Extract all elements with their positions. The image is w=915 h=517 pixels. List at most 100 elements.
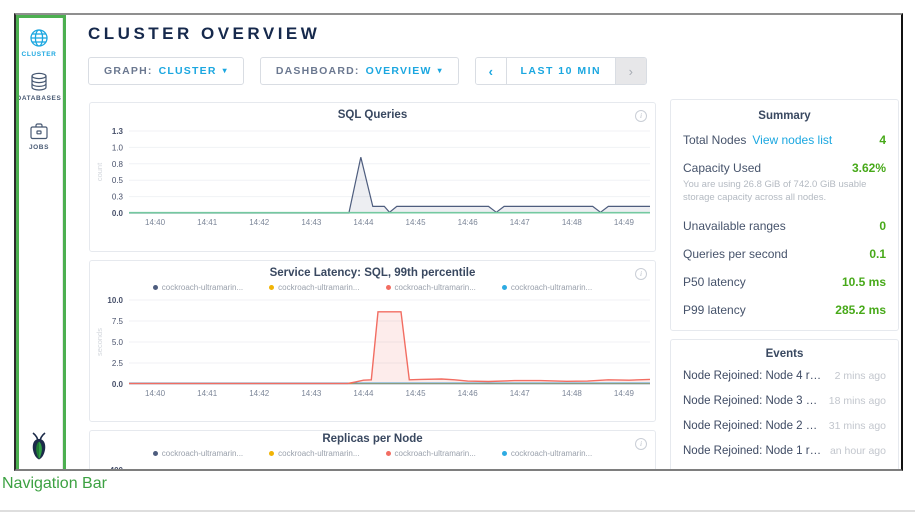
svg-text:14:41: 14:41	[197, 218, 218, 227]
svg-text:0.0: 0.0	[112, 209, 124, 218]
summary-value: 3.62%	[846, 161, 886, 175]
time-range-button[interactable]: LAST 10 MIN	[507, 58, 615, 84]
chart-legend: cockroach-ultramarin... cockroach-ultrama…	[90, 282, 655, 292]
sql-queries-chart-panel: SQL Queries i 0.0 0.3 0.5 0.8 1.0 1.3 14:40 14:…	[89, 102, 656, 252]
svg-text:seconds: seconds	[95, 328, 104, 356]
event-time: 18 mins ago	[821, 395, 886, 407]
svg-text:14:44: 14:44	[353, 389, 374, 398]
event-text: Node Rejoined: Node 4 rej...	[683, 470, 822, 471]
legend-item[interactable]: cockroach-ultramarin...	[269, 282, 359, 292]
svg-text:1.3: 1.3	[112, 127, 124, 136]
legend-item[interactable]: cockroach-ultramarin...	[386, 448, 476, 458]
svg-text:14:46: 14:46	[458, 218, 479, 227]
graph-dropdown[interactable]: GRAPH: CLUSTER ▾	[88, 57, 244, 85]
svg-text:1.0: 1.0	[112, 143, 124, 152]
svg-text:10.0: 10.0	[107, 296, 123, 305]
event-text: Node Rejoined: Node 2 rej...	[683, 420, 821, 432]
event-row: Node Rejoined: Node 1 rej... an hour ago	[671, 439, 898, 464]
summary-label: Unavailable ranges	[683, 219, 786, 233]
summary-row-total-nodes: Total Nodes View nodes list 4	[671, 126, 898, 154]
chart-title: Service Latency: SQL, 99th percentile	[90, 267, 655, 279]
legend-item[interactable]: cockroach-ultramarin...	[153, 282, 243, 292]
svg-text:5.0: 5.0	[112, 338, 124, 347]
chart-title: Replicas per Node	[90, 433, 655, 445]
briefcase-icon	[16, 122, 62, 141]
chevron-right-icon: ›	[629, 64, 633, 79]
summary-value: 285.2 ms	[829, 303, 886, 317]
caret-down-icon: ▾	[223, 67, 228, 75]
event-text: Node Rejoined: Node 4 rej...	[683, 370, 827, 382]
info-icon[interactable]: i	[635, 110, 647, 122]
legend-label: cockroach-ultramarin...	[395, 283, 476, 292]
event-time: 2 mins ago	[827, 370, 886, 382]
svg-text:14:44: 14:44	[353, 218, 374, 227]
legend-dot	[153, 285, 158, 290]
sidebar-item-jobs[interactable]: JOBS	[16, 122, 62, 151]
bottom-divider	[0, 510, 915, 512]
svg-text:14:49: 14:49	[614, 218, 635, 227]
legend-dot	[386, 451, 391, 456]
legend-item[interactable]: cockroach-ultramarin...	[386, 282, 476, 292]
chevron-left-icon: ‹	[489, 64, 493, 79]
svg-text:14:43: 14:43	[301, 218, 322, 227]
event-row: Node Rejoined: Node 4 rej... 2 mins ago	[671, 364, 898, 389]
svg-text:14:47: 14:47	[510, 389, 531, 398]
replicas-per-node-chart-panel: Replicas per Node i cockroach-ultramarin…	[89, 430, 656, 471]
summary-label: Queries per second	[683, 247, 788, 261]
legend-item[interactable]: cockroach-ultramarin...	[153, 448, 243, 458]
sidebar-item-label: CLUSTER	[16, 51, 62, 58]
cockroachdb-logo[interactable]	[16, 432, 62, 465]
legend-label: cockroach-ultramarin...	[395, 449, 476, 458]
legend-item[interactable]: cockroach-ultramarin...	[502, 282, 592, 292]
page-title: CLUSTER OVERVIEW	[88, 24, 320, 44]
event-time: an hour ago	[822, 470, 886, 471]
admin-ui-window: CLUSTER DATABASES JOBS	[14, 13, 903, 471]
svg-text:14:47: 14:47	[510, 218, 531, 227]
svg-text:0.0: 0.0	[112, 380, 124, 389]
dashboard-dropdown[interactable]: DASHBOARD: OVERVIEW ▾	[260, 57, 459, 85]
info-icon[interactable]: i	[635, 268, 647, 280]
event-row: Node Rejoined: Node 3 rej... 18 mins ago	[671, 389, 898, 414]
summary-label: Total Nodes	[683, 133, 746, 147]
view-nodes-list-link[interactable]: View nodes list	[752, 133, 832, 147]
events-panel: Events Node Rejoined: Node 4 rej... 2 mi…	[670, 339, 899, 471]
event-row: Node Rejoined: Node 2 rej... 31 mins ago	[671, 414, 898, 439]
graph-dropdown-label: GRAPH:	[104, 65, 153, 77]
sidebar-item-label: JOBS	[16, 144, 62, 151]
summary-panel: Summary Total Nodes View nodes list 4 Ca…	[670, 99, 899, 331]
sidebar-item-databases[interactable]: DATABASES	[16, 72, 62, 102]
summary-value: 0	[873, 219, 886, 233]
summary-row-p99-latency: P99 latency 285.2 ms	[671, 296, 898, 324]
svg-text:14:43: 14:43	[301, 389, 322, 398]
legend-item[interactable]: cockroach-ultramarin...	[269, 448, 359, 458]
svg-text:14:46: 14:46	[458, 389, 479, 398]
svg-text:14:48: 14:48	[562, 389, 583, 398]
svg-text:7.5: 7.5	[112, 317, 124, 326]
summary-value: 0.1	[863, 247, 886, 261]
info-icon[interactable]: i	[635, 438, 647, 450]
svg-text:14:45: 14:45	[406, 218, 427, 227]
svg-text:14:49: 14:49	[614, 389, 635, 398]
svg-text:14:40: 14:40	[145, 218, 166, 227]
summary-row-queries-per-second: Queries per second 0.1	[671, 240, 898, 268]
summary-label: P99 latency	[683, 303, 746, 317]
summary-label: Capacity Used	[683, 161, 761, 175]
legend-item[interactable]: cockroach-ultramarin...	[502, 448, 592, 458]
svg-text:0.5: 0.5	[112, 176, 124, 185]
time-range-prev-button[interactable]: ‹	[476, 58, 507, 84]
svg-text:0.3: 0.3	[112, 193, 124, 202]
chart-legend: cockroach-ultramarin... cockroach-ultrama…	[90, 448, 655, 458]
time-range-next-button[interactable]: ›	[615, 58, 646, 84]
sql-queries-chart: 0.00.30.50.81.01.314:4014:4114:4214:4314…	[93, 125, 655, 229]
service-latency-chart: 0.02.55.07.510.014:4014:4114:4214:4314:4…	[93, 294, 655, 400]
summary-label: P50 latency	[683, 275, 746, 289]
time-range-picker: ‹ LAST 10 MIN ›	[475, 57, 647, 85]
legend-label: cockroach-ultramarin...	[511, 283, 592, 292]
events-title: Events	[671, 348, 898, 360]
summary-row-unavailable-ranges: Unavailable ranges 0	[671, 212, 898, 240]
svg-text:0.8: 0.8	[112, 160, 124, 169]
sidebar-item-cluster[interactable]: CLUSTER	[16, 28, 62, 58]
right-column: Summary Total Nodes View nodes list 4 Ca…	[670, 99, 899, 471]
svg-text:count: count	[95, 162, 104, 181]
chart-title: SQL Queries	[90, 109, 655, 121]
